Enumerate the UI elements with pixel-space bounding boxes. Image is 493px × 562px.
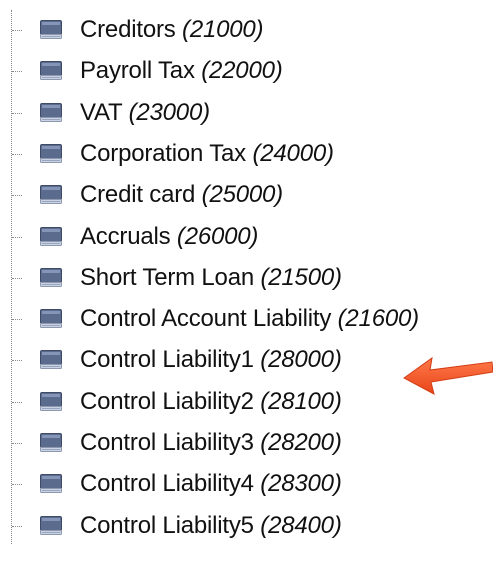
ledger-book-icon [40,433,62,452]
tree-connector [12,443,22,444]
ledger-book-icon [40,20,62,39]
arrow-pointing-left-icon [403,356,493,395]
tree-item-label: Accruals [80,222,171,250]
tree-item-text: Corporation Tax (24000) [80,134,334,174]
tree-connector [12,71,22,73]
tree-item-label: Control Liability4 [80,470,254,498]
tree-item-short-term-loan[interactable]: Short Term Loan (21500) [0,258,493,298]
account-tree: Creditors (21000) Payroll Tax (22000) VA… [0,10,493,562]
tree-connector [12,319,22,321]
ledger-book-icon [40,61,62,81]
tree-connector [12,236,22,238]
tree-item-code: (23000) [128,98,211,126]
ledger-book-icon [40,391,62,411]
ledger-book-icon [40,474,62,494]
tree-item-label: Control Liability3 [80,429,254,456]
tree-item-vat[interactable]: VAT (23000) [0,93,493,133]
tree-item-text: Control Liability4 (28300) [80,464,342,504]
ledger-book-icon [40,226,62,246]
tree-item-text: Control Liability2 (28100) [80,382,342,422]
tree-item-accruals[interactable]: Accruals (26000) [0,217,493,257]
tree-item-label: Control Account Liability [80,305,332,333]
ledger-book-icon [40,350,62,370]
tree-item-text: Creditors (21000) [80,10,264,50]
tree-item-control-liability5[interactable]: Control Liability5 (28400) [0,506,493,546]
tree-item-label: VAT [80,98,123,126]
tree-item-text: Payroll Tax (22000) [80,51,283,91]
tree-item-control-account-liability[interactable]: Control Account Liability (21600) [0,299,493,339]
tree-item-payroll-tax[interactable]: Payroll Tax (22000) [0,51,493,91]
ledger-book-icon [40,267,62,287]
tree-connector [12,112,22,114]
tree-item-label: Credit card [80,181,196,209]
ledger-book-icon [40,309,62,329]
tree-item-code: (28300) [260,470,342,498]
tree-item-code: (28400) [260,511,342,539]
tree-item-credit-card[interactable]: Credit card (25000) [0,175,493,215]
tree-item-control-liability3[interactable]: Control Liability3 (28200) [0,423,493,463]
tree-item-creditors[interactable]: Creditors (21000) [0,10,493,50]
tree-item-code: (28000) [260,346,342,374]
tree-item-text: Control Liability1 (28000) [80,340,342,380]
tree-connector [12,195,22,197]
tree-item-code: (21500) [260,263,342,291]
tree-item-label: Control Liability1 [80,346,254,374]
tree-item-label: Control Liability5 [80,511,254,539]
ledger-book-icon [40,143,62,163]
tree-item-text: Control Liability3 (28200) [80,423,342,463]
tree-item-text: Control Liability5 (28400) [80,506,342,546]
tree-item-code: (22000) [201,57,283,85]
tree-item-code: (28200) [260,429,342,456]
tree-item-text: Credit card (25000) [80,175,283,215]
tree-item-corporation-tax[interactable]: Corporation Tax (24000) [0,134,493,174]
tree-connector [12,360,22,362]
tree-item-label: Creditors [80,16,176,43]
tree-item-text: Short Term Loan (21500) [80,258,342,298]
ledger-book-icon [40,515,62,535]
tree-item-label: Payroll Tax [80,57,195,85]
ledger-book-icon [40,102,62,122]
tree-item-code: (28100) [260,387,342,415]
tree-connector [12,277,22,279]
tree-connector [12,484,22,486]
tree-connector [12,401,22,403]
tree-item-text: Control Account Liability (21600) [80,299,419,339]
tree-item-code: (24000) [252,139,334,167]
tree-item-text: Accruals (26000) [80,217,258,257]
tree-item-code: (21000) [182,16,264,43]
tree-connector [12,153,22,155]
tree-item-control-liability4[interactable]: Control Liability4 (28300) [0,464,493,504]
tree-item-label: Control Liability2 [80,387,254,415]
tree-item-text: VAT (23000) [80,93,210,133]
tree-item-code: (21600) [337,305,420,333]
ledger-book-icon [40,185,62,205]
tree-item-code: (26000) [176,222,259,250]
tree-connector [12,30,22,31]
tree-item-label: Corporation Tax [80,139,246,167]
tree-connector [12,525,22,527]
tree-item-code: (25000) [201,181,284,209]
tree-item-label: Short Term Loan [80,263,254,291]
